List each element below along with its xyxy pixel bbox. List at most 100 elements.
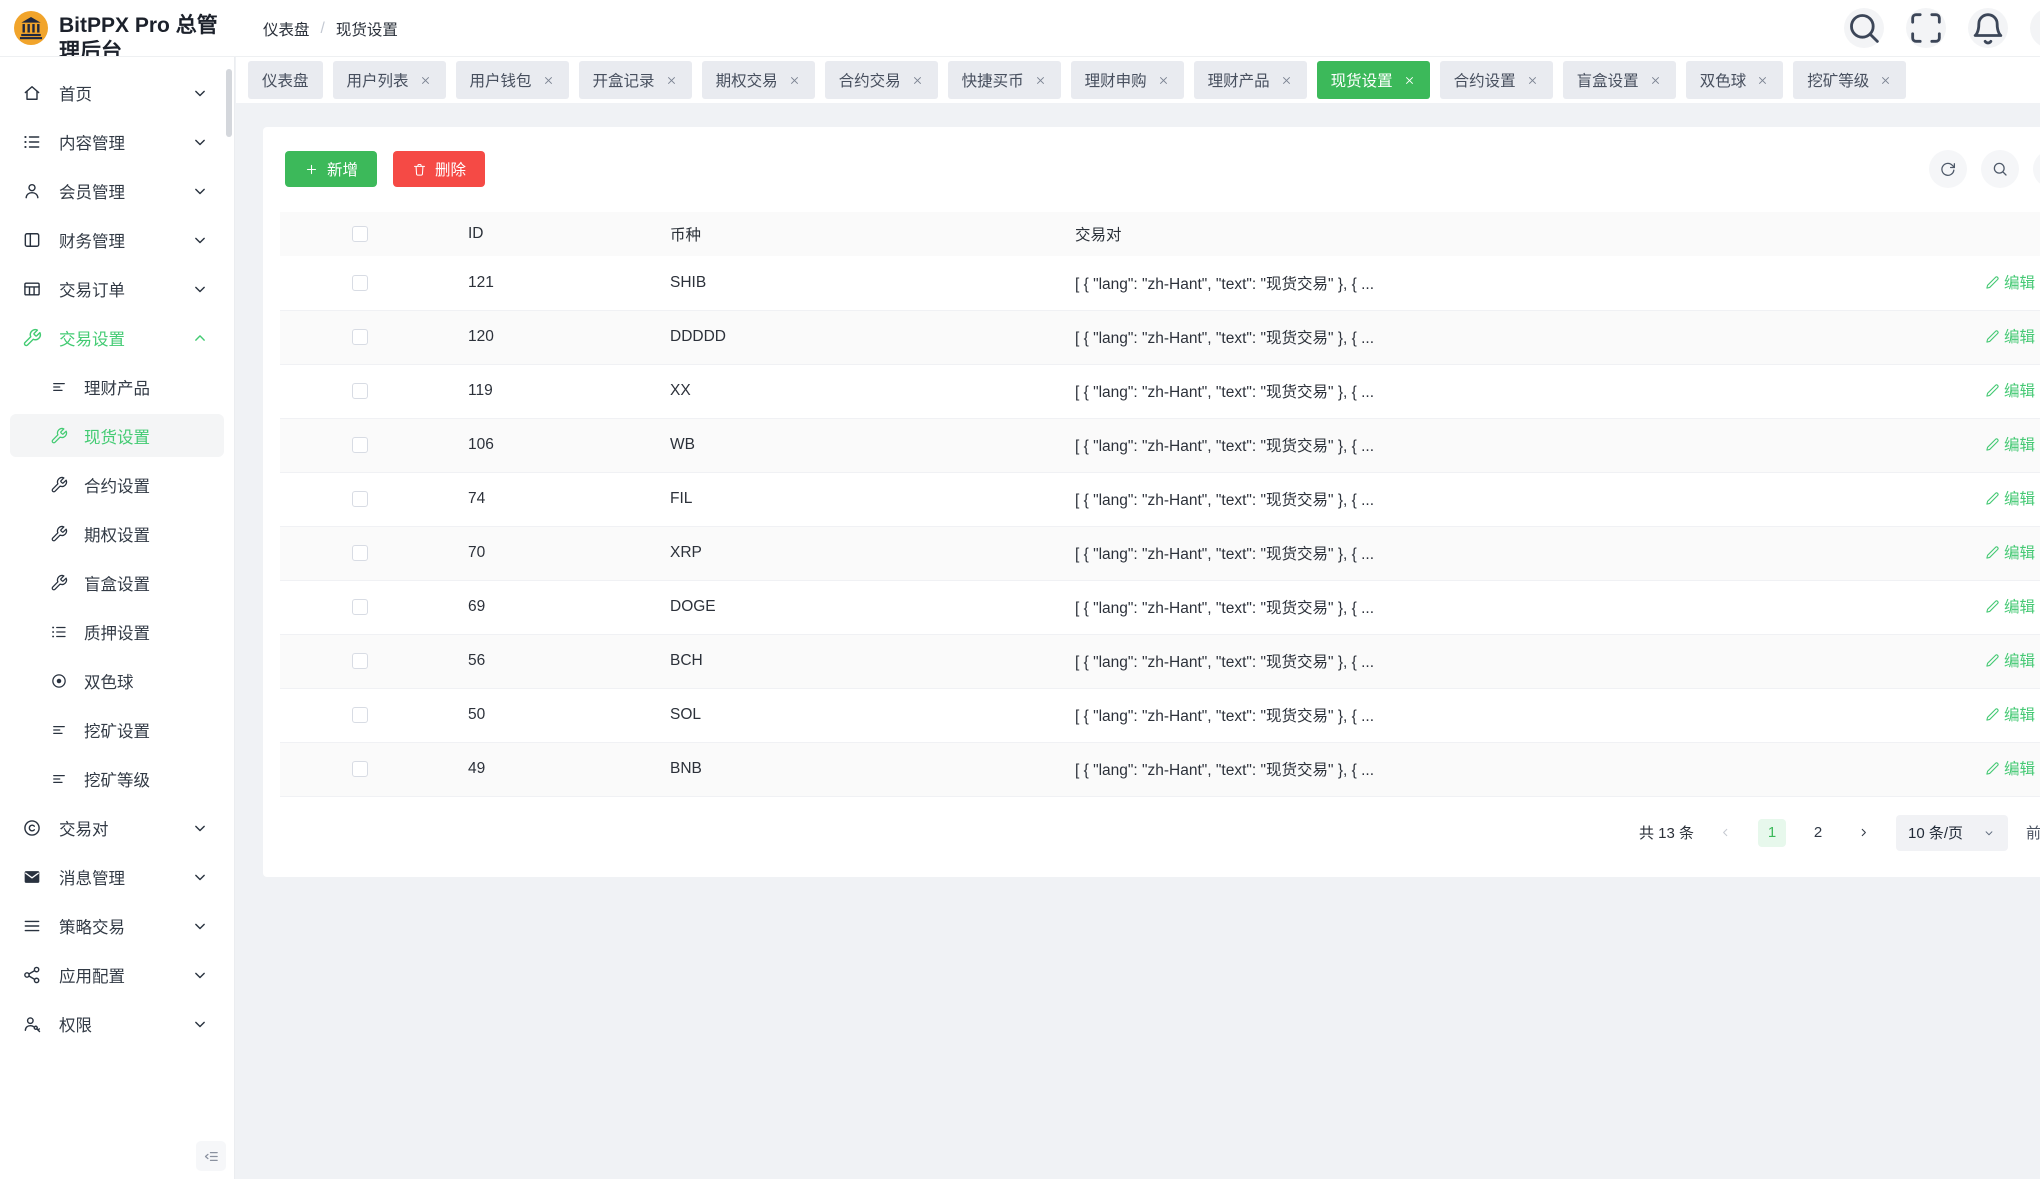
breadcrumb-item[interactable]: 仪表盘 (263, 18, 310, 40)
close-icon[interactable] (665, 74, 678, 87)
edit-row-button[interactable]: 编辑 (1985, 271, 2035, 293)
close-icon[interactable] (1756, 74, 1769, 87)
sidebar-item[interactable]: 策略交易 (10, 904, 224, 947)
sidebar-item[interactable]: 消息管理 (10, 855, 224, 898)
sidebar-collapse-button[interactable] (196, 1141, 226, 1171)
sidebar-item[interactable]: 应用配置 (10, 953, 224, 996)
row-checkbox[interactable] (352, 383, 368, 399)
search-button[interactable] (1981, 150, 2019, 188)
select-all-checkbox[interactable] (352, 226, 368, 242)
delete-button[interactable]: 删除 (393, 151, 485, 187)
close-icon[interactable] (911, 74, 924, 87)
sidebar-subitem-label: 挖矿设置 (84, 718, 224, 742)
sidebar-subitem[interactable]: 挖矿设置 (10, 708, 224, 751)
edit-row-button[interactable]: 编辑 (1985, 433, 2035, 455)
close-icon[interactable] (542, 74, 555, 87)
row-checkbox[interactable] (352, 437, 368, 453)
row-id-cell: 69 (380, 580, 660, 634)
tab-item[interactable]: 开盒记录 (579, 61, 692, 99)
user-key-icon (22, 1014, 42, 1034)
row-pair-cell: [ { "lang": "zh-Hant", "text": "现货交易" },… (1060, 364, 1860, 418)
edit-row-button[interactable]: 编辑 (1985, 379, 2035, 401)
edit-row-button[interactable]: 编辑 (1985, 703, 2035, 725)
edit-row-button[interactable]: 编辑 (1985, 325, 2035, 347)
close-icon[interactable] (1879, 74, 1892, 87)
close-icon[interactable] (1034, 74, 1047, 87)
tab-item[interactable]: 盲盒设置 (1563, 61, 1676, 99)
more-button[interactable] (2030, 8, 2040, 48)
row-checkbox[interactable] (352, 545, 368, 561)
search-icon (1991, 160, 2009, 178)
notifications-button[interactable] (1968, 8, 2008, 48)
fullscreen-button[interactable] (1906, 8, 1946, 48)
row-actions-cell: 编辑 (1860, 310, 2040, 364)
tab-item[interactable]: 双色球 (1686, 61, 1784, 99)
brand[interactable]: BitPPX Pro 总管理后台 (14, 11, 233, 57)
edit-row-button[interactable]: 编辑 (1985, 649, 2035, 671)
refresh-button[interactable] (1929, 150, 1967, 188)
row-pair-cell: [ { "lang": "zh-Hant", "text": "现货交易" },… (1060, 472, 1860, 526)
tab-item[interactable]: 挖矿等级 (1793, 61, 1906, 99)
edit-row-button[interactable]: 编辑 (1985, 541, 2035, 563)
close-icon[interactable] (1157, 74, 1170, 87)
tab-item[interactable]: 理财申购 (1071, 61, 1184, 99)
sidebar-item[interactable]: 交易设置 (10, 316, 224, 359)
row-checkbox[interactable] (352, 707, 368, 723)
edit-row-button[interactable]: 编辑 (1985, 487, 2035, 509)
more-button[interactable] (2033, 150, 2040, 188)
tab-item[interactable]: 合约设置 (1440, 61, 1553, 99)
sidebar-item[interactable]: 权限 (10, 1002, 224, 1045)
close-icon[interactable] (1649, 74, 1662, 87)
close-icon[interactable] (1403, 74, 1416, 87)
sidebar-scrollbar[interactable] (226, 69, 232, 137)
row-checkbox[interactable] (352, 761, 368, 777)
edit-label: 编辑 (2004, 541, 2035, 563)
prev-page-button[interactable] (1712, 819, 1740, 847)
row-checkbox[interactable] (352, 599, 368, 615)
sidebar-subitem[interactable]: 挖矿等级 (10, 757, 224, 800)
tab-item[interactable]: 仪表盘 (248, 61, 323, 99)
sidebar-item[interactable]: 交易对 (10, 806, 224, 849)
sidebar-subitem[interactable]: 理财产品 (10, 365, 224, 408)
bell-icon (1968, 8, 2008, 48)
sidebar-subitem[interactable]: 期权设置 (10, 512, 224, 555)
tab-item[interactable]: 现货设置 (1317, 61, 1430, 99)
sidebar-item[interactable]: 财务管理 (10, 218, 224, 261)
sidebar-item[interactable]: 内容管理 (10, 120, 224, 163)
row-checkbox[interactable] (352, 329, 368, 345)
close-icon[interactable] (419, 74, 432, 87)
close-icon[interactable] (1526, 74, 1539, 87)
next-page-button[interactable] (1850, 819, 1878, 847)
close-icon[interactable] (788, 74, 801, 87)
tab-item[interactable]: 用户钱包 (456, 61, 569, 99)
breadcrumb-item[interactable]: 现货设置 (336, 18, 398, 40)
add-button[interactable]: 新增 (285, 151, 377, 187)
sidebar-subitem[interactable]: 现货设置 (10, 414, 224, 457)
close-icon[interactable] (1280, 74, 1293, 87)
sidebar-item[interactable]: 首页 (10, 71, 224, 114)
sidebar-item[interactable]: 会员管理 (10, 169, 224, 212)
sidebar-subitem[interactable]: 合约设置 (10, 463, 224, 506)
edit-row-button[interactable]: 编辑 (1985, 595, 2035, 617)
row-actions-cell: 编辑 (1860, 580, 2040, 634)
tab-item[interactable]: 理财产品 (1194, 61, 1307, 99)
tab-item[interactable]: 期权交易 (702, 61, 815, 99)
sidebar-subitem[interactable]: 双色球 (10, 659, 224, 702)
sidebar-subitem-label: 质押设置 (84, 620, 224, 644)
sidebar-subitem[interactable]: 盲盒设置 (10, 561, 224, 604)
delete-button-label: 删除 (435, 158, 466, 180)
row-checkbox[interactable] (352, 275, 368, 291)
row-select-cell (280, 418, 380, 472)
page-size-select[interactable]: 10 条/页 (1896, 815, 2008, 851)
sidebar-subitem[interactable]: 质押设置 (10, 610, 224, 653)
tab-item[interactable]: 合约交易 (825, 61, 938, 99)
edit-row-button[interactable]: 编辑 (1985, 757, 2035, 779)
page-number-button[interactable]: 1 (1758, 819, 1786, 847)
row-checkbox[interactable] (352, 491, 368, 507)
tab-item[interactable]: 快捷买币 (948, 61, 1061, 99)
tab-item[interactable]: 用户列表 (333, 61, 446, 99)
row-checkbox[interactable] (352, 653, 368, 669)
sidebar-item[interactable]: 交易订单 (10, 267, 224, 310)
page-number-button[interactable]: 2 (1804, 819, 1832, 847)
search-button[interactable] (1844, 8, 1884, 48)
